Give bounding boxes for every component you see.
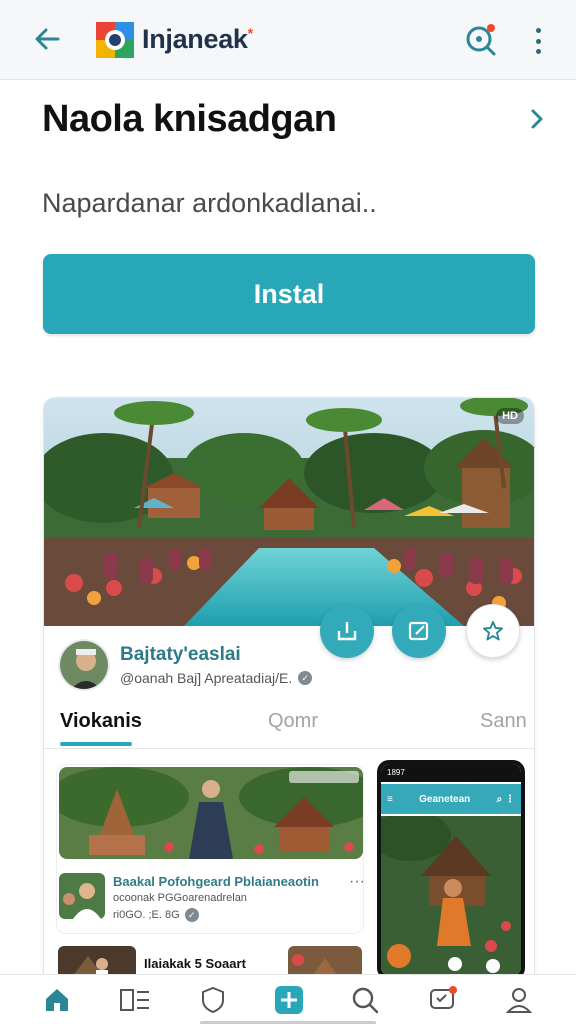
channel-avatar[interactable] — [58, 639, 110, 691]
tab-about[interactable]: Sann — [480, 710, 527, 733]
post-avatar[interactable] — [59, 873, 105, 919]
phone-content-image[interactable] — [381, 811, 521, 976]
app-logo — [96, 22, 134, 58]
chat-icon[interactable] — [426, 983, 460, 1017]
post-more-icon[interactable]: ··· — [349, 873, 363, 891]
search-icon[interactable] — [462, 20, 500, 58]
app-title: Naola knisadgan — [42, 98, 337, 140]
hd-badge: HD — [496, 408, 524, 424]
post-thumbnail[interactable] — [59, 767, 363, 859]
active-tab-indicator — [60, 742, 132, 746]
add-icon[interactable] — [272, 983, 306, 1017]
phone-status-bar: 1897 — [381, 764, 521, 782]
search-icon[interactable]: ⌕ — [497, 794, 503, 805]
edit-button[interactable] — [392, 604, 446, 658]
phone-screen: 1897 ≡ Geanetean ⌕ ⋮ — [381, 764, 521, 976]
install-button[interactable]: Instal — [43, 254, 535, 334]
search-icon[interactable] — [348, 983, 382, 1017]
post-title[interactable]: Ilaiakak 5 Soaart — [144, 956, 246, 971]
more-vert-icon[interactable]: ⋮ — [505, 794, 515, 805]
more-vert-icon[interactable] — [526, 24, 550, 58]
phone-app-bar: ≡ Geanetean ⌕ ⋮ — [381, 784, 521, 814]
profile-icon[interactable] — [502, 983, 536, 1017]
home-icon[interactable] — [40, 983, 74, 1017]
verified-icon: ✓ — [298, 671, 313, 685]
tab-divider — [44, 748, 534, 749]
brand-name: Injaneak* — [142, 24, 253, 54]
top-app-bar: Injaneak* — [0, 0, 576, 80]
post-meta-text: ri0GO. ;E. 8G — [113, 909, 180, 921]
share-button[interactable] — [320, 604, 374, 658]
post-subtitle: ocoonak PGGoarenadrelan — [113, 892, 247, 904]
channel-handle: @oanah Baj] Apreatadiaj/E. ✓ — [120, 670, 313, 686]
channel-handle-text: @oanah Baj] Apreatadiaj/E. — [120, 670, 293, 686]
hero-image[interactable]: HD — [44, 398, 534, 626]
tab-videos[interactable]: Viokanis — [60, 710, 142, 733]
phone-preview[interactable]: 1897 ≡ Geanetean ⌕ ⋮ — [377, 760, 525, 980]
shield-icon[interactable] — [196, 983, 230, 1017]
chevron-right-icon[interactable] — [522, 104, 552, 134]
star-button[interactable] — [466, 604, 520, 658]
channel-name[interactable]: Bajtaty'easlai — [120, 644, 241, 666]
post-meta: ri0GO. ;E. 8G ✓ — [113, 908, 199, 922]
app-description: Napardanar ardonkadlanai.. — [42, 188, 377, 218]
phone-app-title: Geanetean — [419, 793, 471, 805]
post-title[interactable]: Baakal Pofohgeard Pblaianeaotin — [113, 874, 319, 889]
back-arrow-icon[interactable] — [30, 22, 64, 56]
tab-community[interactable]: Qomr — [268, 710, 318, 733]
verified-icon: ✓ — [184, 908, 199, 922]
brand-accent: * — [247, 25, 253, 41]
channel-card: HD Bajtaty'easlai @oanah Baj] Apreatadia… — [43, 397, 535, 997]
library-icon[interactable] — [118, 983, 152, 1017]
video-post[interactable]: Baakal Pofohgeard Pblaianeaotin ocoonak … — [56, 764, 364, 934]
bottom-nav — [0, 974, 576, 1024]
